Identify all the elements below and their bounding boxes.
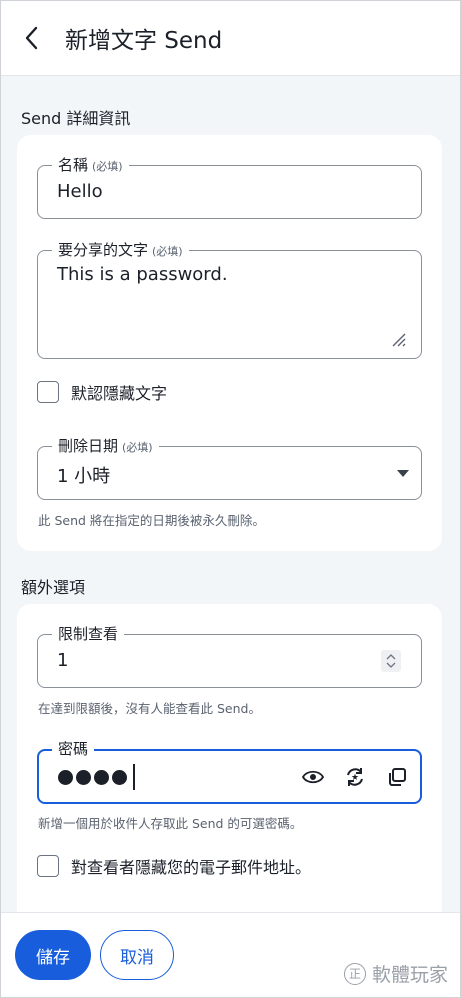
password-field[interactable]: 密碼 <box>37 739 422 804</box>
text-textarea[interactable]: This is a password. <box>57 264 228 285</box>
max-views-field[interactable]: 限制查看 1 <box>37 624 422 688</box>
required-tag: (必填) <box>152 245 183 258</box>
max-views-hint: 在達到限額後，沒有人能查看此 Send。 <box>38 701 261 716</box>
text-caret <box>133 764 135 790</box>
hide-email-label: 對查看者隱藏您的電子郵件地址。 <box>71 858 312 877</box>
hide-text-label: 默認隱藏文字 <box>71 384 168 403</box>
copy-icon <box>389 768 406 786</box>
generate-password-button[interactable] <box>342 764 368 790</box>
max-views-label-text: 限制查看 <box>58 625 119 643</box>
watermark: 正 軟體玩家 <box>343 960 448 987</box>
text-label: 要分享的文字 (必填) <box>52 240 189 262</box>
toggle-visibility-button[interactable] <box>300 764 326 790</box>
name-label: 名稱 (必填) <box>52 155 129 177</box>
name-field[interactable]: 名稱 (必填) Hello <box>37 155 422 219</box>
resize-grip-icon[interactable] <box>389 330 407 348</box>
watermark-logo: 正 <box>343 962 366 985</box>
password-label-text: 密碼 <box>58 740 89 758</box>
max-views-input[interactable]: 1 <box>57 650 68 671</box>
deletion-date-select[interactable]: 刪除日期 (必填) 1 小時 <box>37 436 422 500</box>
text-label-text: 要分享的文字 <box>58 241 149 259</box>
password-label: 密碼 <box>52 739 95 759</box>
password-input[interactable] <box>58 764 135 790</box>
back-button[interactable] <box>19 26 43 50</box>
refresh-icon <box>347 768 363 786</box>
max-views-label: 限制查看 <box>52 624 125 644</box>
caret-down-icon <box>397 470 409 477</box>
header: 新增文字 Send <box>1 1 460 76</box>
hide-text-checkbox-row[interactable]: 默認隱藏文字 <box>37 380 167 404</box>
cancel-button[interactable]: 取消 <box>100 930 174 980</box>
deletion-date-label: 刪除日期 (必填) <box>52 436 159 458</box>
options-card: 限制查看 1 在達到限額後，沒有人能查看此 Send。 密碼 新增一個用於收件人… <box>17 604 442 934</box>
chevron-left-icon <box>25 26 38 50</box>
deletion-label-text: 刪除日期 <box>58 437 119 455</box>
footer: 儲存 取消 正 軟體玩家 <box>1 912 460 997</box>
required-tag: (必填) <box>122 441 153 454</box>
send-details-card: 名稱 (必填) Hello 要分享的文字 (必填) This is a pass… <box>17 135 442 551</box>
stepper-icon[interactable] <box>381 650 401 672</box>
copy-password-button[interactable] <box>384 764 410 790</box>
name-input[interactable]: Hello <box>57 181 103 202</box>
options-heading: 額外選項 <box>21 578 86 597</box>
name-label-text: 名稱 <box>58 156 89 174</box>
password-hint: 新增一個用於收件人存取此 Send 的可選密碼。 <box>38 816 303 831</box>
hide-email-checkbox[interactable] <box>37 855 59 877</box>
page-title: 新增文字 Send <box>65 28 223 54</box>
save-button[interactable]: 儲存 <box>15 930 91 980</box>
required-tag: (必填) <box>92 160 123 173</box>
deletion-date-value: 1 小時 <box>57 466 111 487</box>
hide-email-checkbox-row[interactable]: 對查看者隱藏您的電子郵件地址。 <box>37 854 311 878</box>
send-details-heading: Send 詳細資訊 <box>21 109 131 128</box>
deletion-date-hint: 此 Send 將在指定的日期後被永久刪除。 <box>38 513 265 528</box>
text-field[interactable]: 要分享的文字 (必填) This is a password. <box>37 240 422 359</box>
eye-icon <box>302 770 324 784</box>
hide-text-checkbox[interactable] <box>37 381 59 403</box>
watermark-text: 軟體玩家 <box>371 964 448 986</box>
